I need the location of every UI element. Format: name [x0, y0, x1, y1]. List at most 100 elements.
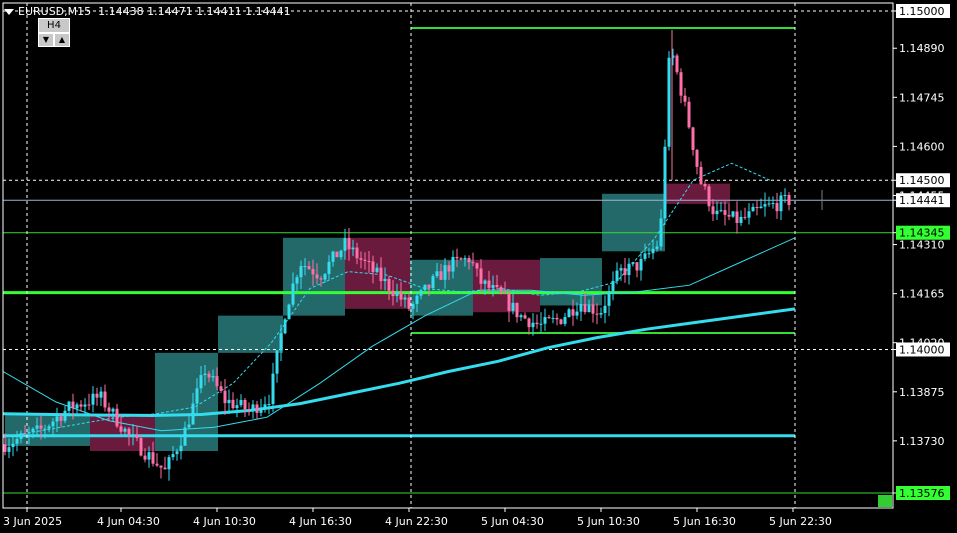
candle-body — [743, 216, 747, 218]
candle-body — [655, 246, 659, 249]
candle-body — [619, 268, 623, 271]
candle-body — [231, 399, 235, 409]
candle-body — [523, 315, 527, 319]
candle-body — [711, 206, 715, 215]
candle-body — [763, 204, 767, 207]
x-axis-labels: 3 Jun 2025 4 Jun 04:30 4 Jun 10:30 4 Jun 16… — [3, 508, 832, 528]
candle-body — [127, 428, 131, 435]
candle-body — [215, 376, 219, 387]
candle-body — [723, 210, 727, 215]
candle-body — [439, 271, 443, 280]
candle-body — [191, 403, 195, 425]
candle-body — [615, 270, 619, 281]
candle-body — [747, 211, 751, 218]
candle-body — [255, 404, 259, 413]
candle-body — [167, 457, 171, 470]
candle-body — [503, 292, 507, 294]
candle-body — [715, 210, 719, 215]
candle-body — [739, 216, 743, 223]
candle-body — [719, 210, 723, 212]
candle-body — [211, 376, 215, 378]
candle-body — [131, 434, 135, 436]
candle-body — [539, 323, 543, 325]
candle-body — [395, 292, 399, 297]
candle-body — [367, 260, 371, 262]
price-chart[interactable]: 1.15000 1.14890 1.14745 1.14600 1.14500 1.144… — [0, 0, 957, 533]
candle-body — [343, 238, 347, 251]
candle-body — [471, 262, 475, 264]
candle-body — [731, 211, 735, 217]
menu-triangle-icon[interactable] — [4, 9, 14, 15]
candle-body — [159, 465, 163, 468]
x-tick-label: 4 Jun 16:30 — [289, 515, 352, 528]
candle-body — [375, 267, 379, 273]
candle-body — [599, 312, 603, 315]
candle-body — [175, 451, 179, 455]
triangle-down-icon[interactable]: ▼ — [38, 33, 54, 47]
candle-body — [27, 432, 31, 434]
candle-body — [79, 404, 83, 407]
candle-body — [411, 303, 415, 309]
candle-body — [467, 258, 471, 263]
candle-body — [575, 311, 579, 316]
candle-body — [567, 309, 571, 318]
candle-body — [415, 295, 419, 304]
candle-body — [219, 386, 223, 391]
x-tick-label: 3 Jun 2025 — [3, 515, 62, 528]
candle-body — [595, 313, 599, 315]
timeframe-label: H4 — [38, 18, 70, 33]
candle-body — [143, 455, 147, 460]
candle-body — [455, 256, 459, 259]
x-tick-label: 5 Jun 16:30 — [673, 515, 736, 528]
x-tick-label: 5 Jun 22:30 — [769, 515, 832, 528]
candle-body — [407, 297, 411, 309]
candle-body — [459, 258, 463, 260]
candle-body — [363, 259, 367, 261]
h4-box — [90, 413, 155, 452]
x-tick-label: 4 Jun 10:30 — [193, 515, 256, 528]
candle-body — [547, 317, 551, 319]
candle-body — [239, 399, 243, 406]
candle-body — [559, 319, 563, 324]
candle-body — [555, 317, 559, 320]
candle-body — [495, 285, 499, 288]
triangle-up-icon[interactable]: ▲ — [54, 33, 70, 47]
candle-body — [519, 315, 523, 318]
candle-body — [207, 373, 211, 378]
ohlc-values: 1.14438 1.14471 1.14411 1.14441 — [98, 5, 291, 18]
candle-body — [511, 302, 515, 311]
y-axis-labels: 1.15000 1.14890 1.14745 1.14600 1.14500 1.144… — [893, 4, 950, 500]
candle-body — [187, 424, 191, 428]
candle-body — [71, 401, 75, 409]
candle-body — [583, 304, 587, 313]
candle-body — [23, 433, 27, 435]
candle-body — [275, 350, 279, 374]
symbol-label: EURUSD,M15 — [18, 5, 92, 18]
candle-body — [703, 183, 707, 187]
candle-body — [119, 426, 123, 432]
candle-body — [171, 454, 175, 458]
candle-body — [607, 291, 611, 306]
y-tick-label: 1.14310 — [899, 239, 945, 252]
candle-body — [631, 262, 635, 264]
candle-body — [611, 280, 615, 292]
candle-body — [7, 447, 11, 452]
candle-body — [479, 268, 483, 284]
candle-body — [271, 373, 275, 405]
candle-body — [203, 373, 207, 376]
h4-box — [665, 183, 730, 204]
candle-body — [451, 256, 455, 272]
candle-body — [67, 401, 71, 411]
green-marker[interactable] — [878, 495, 892, 507]
candle-body — [423, 284, 427, 291]
candle-body — [95, 393, 99, 398]
candle-body — [355, 247, 359, 259]
candle-body — [247, 409, 251, 411]
candle-body — [75, 404, 79, 409]
candle-body — [623, 268, 627, 276]
candle-body — [327, 261, 331, 274]
y-tick-label: 1.14165 — [899, 288, 945, 301]
candle-body — [331, 251, 335, 262]
candle-body — [675, 55, 679, 73]
candle-body — [83, 404, 87, 407]
